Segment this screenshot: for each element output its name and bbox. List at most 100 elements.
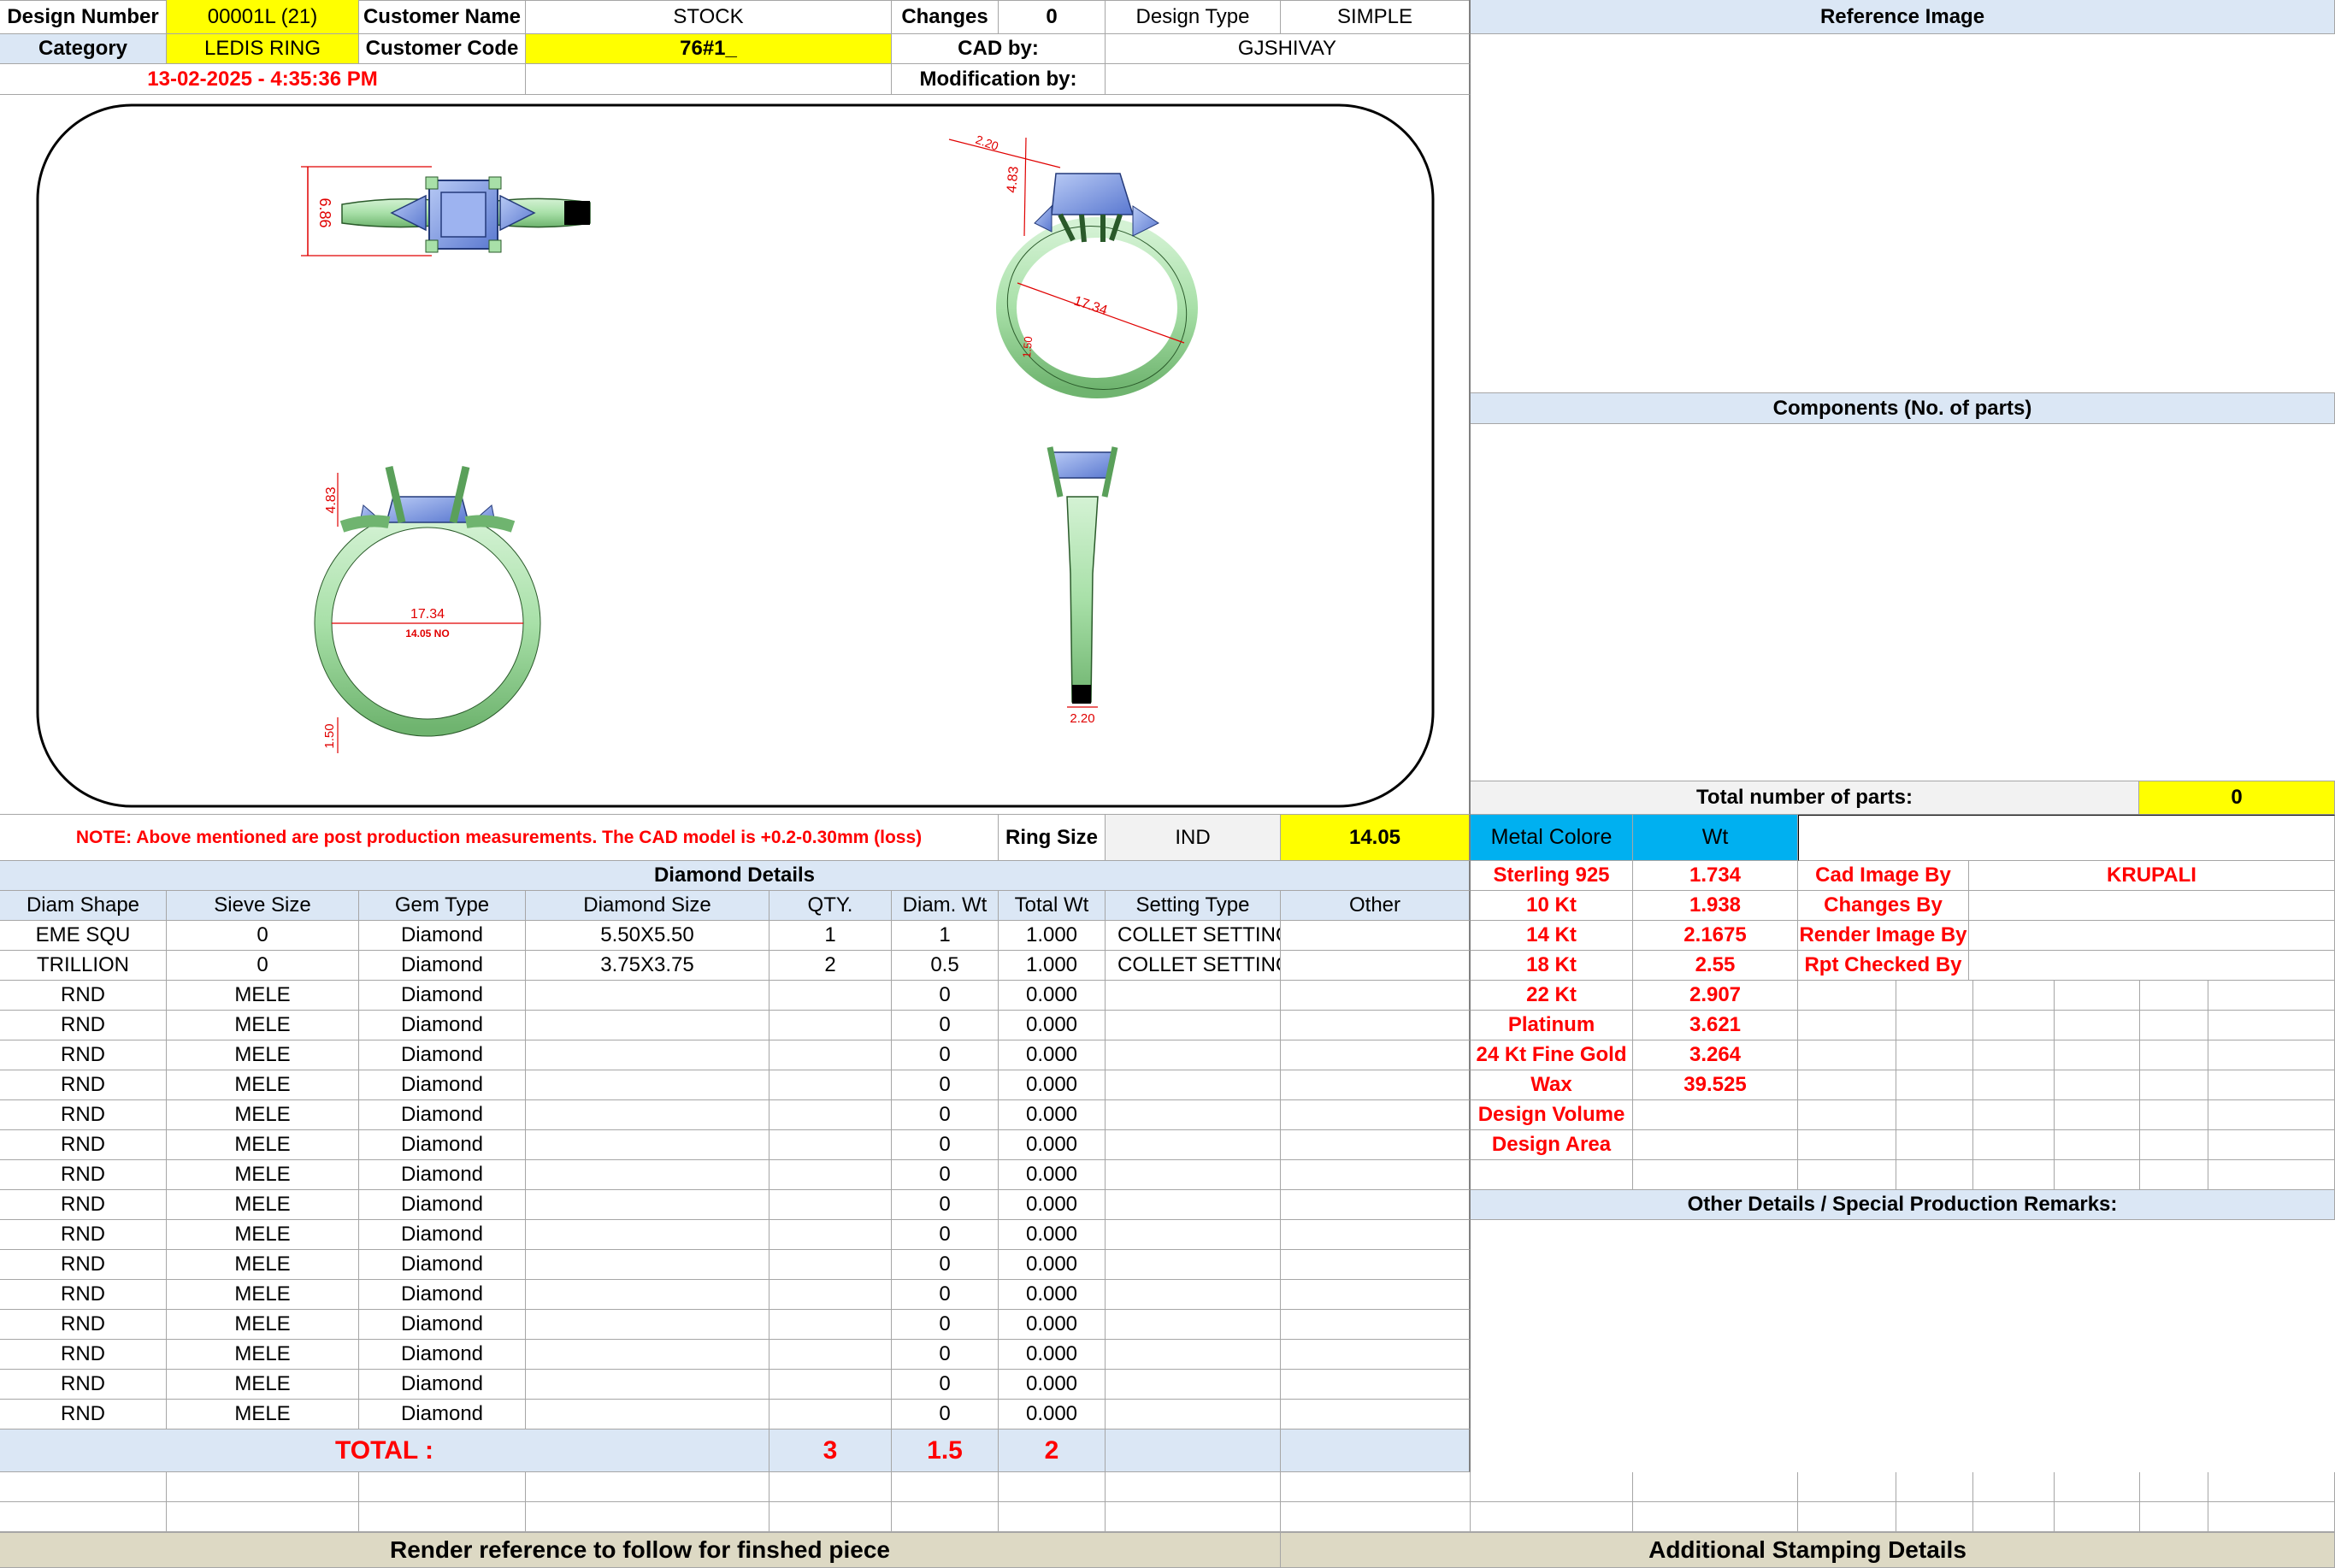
cell-diam-wt[interactable]: 0 (892, 1220, 999, 1250)
cell-total-wt[interactable]: 0.000 (999, 1011, 1106, 1040)
cell-qty[interactable] (769, 981, 892, 1011)
cell-setting[interactable] (1106, 1190, 1281, 1220)
cell-diam-wt[interactable]: 0 (892, 1340, 999, 1370)
cell-diam-wt[interactable]: 0 (892, 1400, 999, 1429)
cell-qty[interactable] (769, 1310, 892, 1340)
cell-total-wt[interactable]: 0.000 (999, 981, 1106, 1011)
cell-sieve[interactable]: MELE (167, 1160, 359, 1190)
ring-size-value[interactable]: 14.05 (1281, 815, 1471, 861)
cell-size[interactable]: 3.75X3.75 (526, 951, 769, 981)
cell-sieve[interactable]: MELE (167, 1011, 359, 1040)
cell-shape[interactable]: RND (0, 1340, 167, 1370)
cell-size[interactable] (526, 1250, 769, 1280)
cell-sieve[interactable]: 0 (167, 951, 359, 981)
cell-size[interactable] (526, 1011, 769, 1040)
cell-qty[interactable]: 2 (769, 951, 892, 981)
cell-shape[interactable]: RND (0, 1400, 167, 1429)
cell-size[interactable] (526, 1220, 769, 1250)
metal-weight[interactable] (1633, 1130, 1798, 1160)
cell-size[interactable] (526, 1370, 769, 1400)
cell-shape[interactable]: RND (0, 1250, 167, 1280)
cell-qty[interactable] (769, 1220, 892, 1250)
cell-diam-wt[interactable]: 0 (892, 1100, 999, 1130)
cell-size[interactable] (526, 1070, 769, 1100)
metal-weight[interactable]: 1.938 (1633, 891, 1798, 921)
cell-qty[interactable] (769, 1040, 892, 1070)
cell-sieve[interactable]: MELE (167, 1370, 359, 1400)
credit-value[interactable]: KRUPALI (1969, 861, 2335, 891)
cell-gem[interactable]: Diamond (359, 1370, 526, 1400)
cell-other[interactable] (1281, 1250, 1471, 1280)
cell-other[interactable] (1281, 951, 1471, 981)
cell-setting[interactable] (1106, 1040, 1281, 1070)
cell-sieve[interactable]: MELE (167, 1340, 359, 1370)
cell-size[interactable] (526, 1130, 769, 1160)
cell-setting[interactable] (1106, 1280, 1281, 1310)
cell-shape[interactable]: RND (0, 1190, 167, 1220)
cell-setting[interactable]: COLLET SETTING (1106, 951, 1281, 981)
cell-other[interactable] (1281, 1190, 1471, 1220)
cell-diam-wt[interactable]: 0 (892, 1250, 999, 1280)
cell-setting[interactable] (1106, 1070, 1281, 1100)
cell-size[interactable] (526, 1340, 769, 1370)
cell-diam-wt[interactable]: 0 (892, 1190, 999, 1220)
cell-shape[interactable]: RND (0, 1280, 167, 1310)
cell-sieve[interactable]: MELE (167, 1040, 359, 1070)
metal-weight[interactable]: 3.621 (1633, 1011, 1798, 1040)
cell-gem[interactable]: Diamond (359, 921, 526, 951)
cell-setting[interactable] (1106, 1130, 1281, 1160)
cell-setting[interactable] (1106, 1160, 1281, 1190)
cell-other[interactable] (1281, 1370, 1471, 1400)
cell-total-wt[interactable]: 0.000 (999, 1340, 1106, 1370)
cell-other[interactable] (1281, 1011, 1471, 1040)
cell-gem[interactable]: Diamond (359, 1250, 526, 1280)
cell-total-wt[interactable]: 0.000 (999, 1250, 1106, 1280)
customer-code-value[interactable]: 76#1_ (526, 34, 892, 64)
cell-qty[interactable]: 1 (769, 921, 892, 951)
cell-diam-wt[interactable]: 0 (892, 1011, 999, 1040)
metal-weight[interactable]: 39.525 (1633, 1070, 1798, 1100)
cell-qty[interactable] (769, 1011, 892, 1040)
cell-total-wt[interactable]: 0.000 (999, 1220, 1106, 1250)
cell-setting[interactable] (1106, 1220, 1281, 1250)
cell-sieve[interactable]: 0 (167, 921, 359, 951)
cell-shape[interactable]: RND (0, 1100, 167, 1130)
cell-shape[interactable]: EME SQU (0, 921, 167, 951)
cell-total-wt[interactable]: 1.000 (999, 951, 1106, 981)
cell-size[interactable] (526, 1310, 769, 1340)
cell-shape[interactable]: RND (0, 1070, 167, 1100)
design-type-value[interactable]: SIMPLE (1281, 0, 1471, 34)
cell-other[interactable] (1281, 921, 1471, 951)
cell-shape[interactable]: RND (0, 1160, 167, 1190)
cell-total-wt[interactable]: 0.000 (999, 1400, 1106, 1429)
metal-weight[interactable]: 2.55 (1633, 951, 1798, 981)
cell-setting[interactable] (1106, 1370, 1281, 1400)
cell-diam-wt[interactable]: 0 (892, 1370, 999, 1400)
metal-weight[interactable] (1633, 1100, 1798, 1130)
metal-weight[interactable]: 2.907 (1633, 981, 1798, 1011)
cell-other[interactable] (1281, 1340, 1471, 1370)
cell-gem[interactable]: Diamond (359, 1100, 526, 1130)
cell-other[interactable] (1281, 1100, 1471, 1130)
cell-total-wt[interactable]: 0.000 (999, 1190, 1106, 1220)
cell-other[interactable] (1281, 1070, 1471, 1100)
cell-size[interactable] (526, 1280, 769, 1310)
cell-other[interactable] (1281, 1040, 1471, 1070)
cell-gem[interactable]: Diamond (359, 1190, 526, 1220)
cell-diam-wt[interactable]: 0 (892, 1130, 999, 1160)
cell-sieve[interactable]: MELE (167, 1310, 359, 1340)
cell-total-wt[interactable]: 0.000 (999, 1040, 1106, 1070)
cell-diam-wt[interactable]: 1 (892, 921, 999, 951)
cell-shape[interactable]: RND (0, 1130, 167, 1160)
cell-setting[interactable] (1106, 1100, 1281, 1130)
cell-total-wt[interactable]: 0.000 (999, 1280, 1106, 1310)
cell-setting[interactable]: COLLET SETTING (1106, 921, 1281, 951)
cell-gem[interactable]: Diamond (359, 951, 526, 981)
cell-other[interactable] (1281, 1310, 1471, 1340)
cell-gem[interactable]: Diamond (359, 981, 526, 1011)
cell-total-wt[interactable]: 0.000 (999, 1160, 1106, 1190)
cell-setting[interactable] (1106, 1011, 1281, 1040)
cell-gem[interactable]: Diamond (359, 1160, 526, 1190)
cell-sieve[interactable]: MELE (167, 1100, 359, 1130)
cell-size[interactable] (526, 981, 769, 1011)
